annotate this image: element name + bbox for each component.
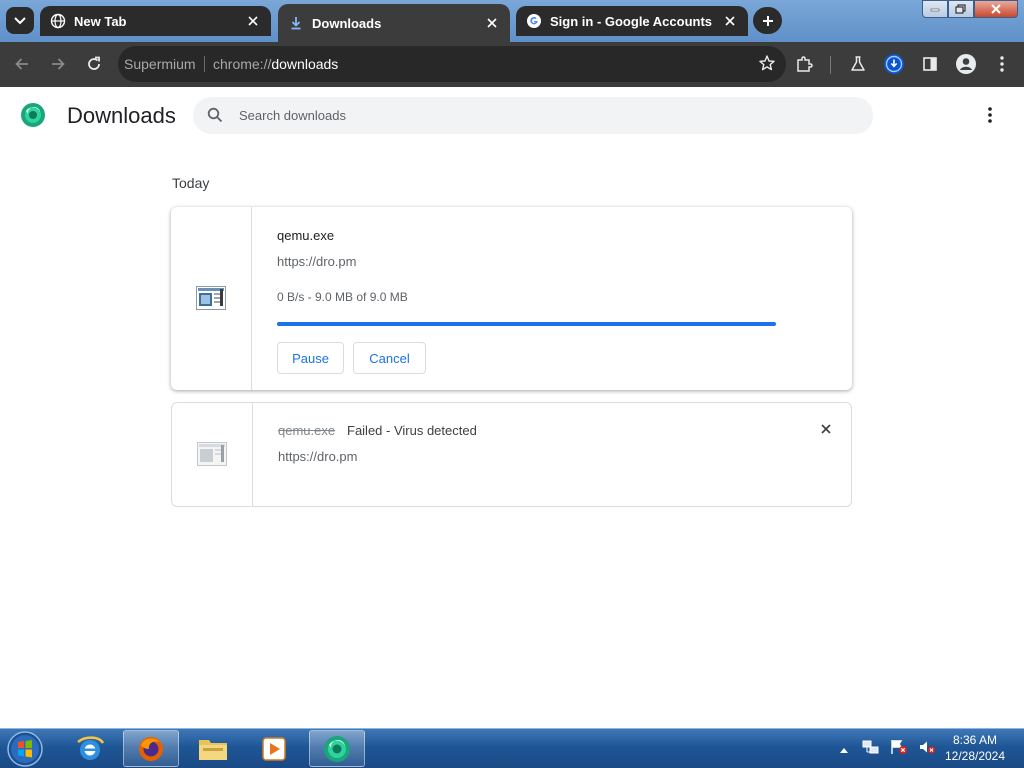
taskbar-supermium[interactable] — [309, 730, 365, 767]
minimize-button[interactable] — [922, 0, 948, 18]
page-more-actions-button[interactable] — [980, 105, 1000, 125]
clock-time: 8:36 AM — [952, 733, 998, 747]
address-bar[interactable]: Supermium chrome://downloads — [118, 46, 786, 82]
search-box[interactable] — [193, 97, 873, 134]
extensions-button[interactable] — [792, 52, 816, 76]
search-icon — [207, 107, 223, 123]
download-icon-column — [171, 207, 252, 390]
labs-flask-icon — [851, 56, 865, 71]
forward-button[interactable] — [46, 52, 70, 76]
action-center-button[interactable] — [890, 739, 908, 760]
download-item-failed: qemu.exe Failed - Virus detected https:/… — [171, 402, 852, 507]
tab-strip: New Tab Downloads Sign in - Google Accou… — [0, 0, 1024, 42]
date-section-label: Today — [172, 175, 210, 191]
file-explorer-icon — [199, 739, 227, 760]
download-item: qemu.exe https://dro.pm 0 B/s - 9.0 MB o… — [171, 207, 852, 390]
new-tab-button[interactable] — [753, 7, 782, 34]
globe-icon — [50, 13, 66, 29]
close-icon[interactable] — [484, 15, 500, 31]
tab-new-tab[interactable]: New Tab — [40, 6, 271, 36]
source-url-link[interactable]: https://dro.pm — [278, 449, 357, 464]
supermium-logo-icon — [21, 103, 45, 127]
downloads-indicator-button[interactable] — [882, 52, 906, 76]
taskbar-internet-explorer[interactable] — [62, 730, 118, 767]
media-player-icon — [262, 736, 286, 761]
supermium-icon — [324, 735, 350, 762]
close-window-button[interactable] — [974, 0, 1018, 18]
progress-status-text: 0 B/s - 9.0 MB of 9.0 MB — [277, 290, 408, 304]
search-input[interactable] — [239, 97, 839, 134]
chevron-down-icon — [14, 16, 26, 24]
pause-button[interactable]: Pause — [277, 342, 344, 374]
page-title: Downloads — [67, 103, 176, 128]
back-icon — [15, 58, 28, 70]
tab-title: New Tab — [74, 13, 127, 29]
forward-icon — [52, 58, 65, 70]
labs-button[interactable] — [846, 52, 870, 76]
volume-muted-icon — [920, 741, 935, 753]
exe-file-icon-disabled — [197, 442, 227, 466]
toolbar-divider — [830, 56, 831, 74]
exe-file-icon — [196, 286, 226, 310]
file-name-link[interactable]: qemu.exe — [277, 228, 334, 243]
taskbar-media-player[interactable] — [246, 730, 302, 767]
network-icon — [862, 740, 879, 753]
tab-title: Downloads — [312, 15, 382, 31]
download-icon — [291, 17, 301, 30]
plus-icon — [762, 15, 773, 26]
profile-icon — [956, 54, 976, 74]
restore-icon — [955, 4, 966, 14]
tab-downloads[interactable]: Downloads — [278, 4, 510, 42]
reload-button[interactable] — [82, 52, 106, 76]
source-url-link[interactable]: https://dro.pm — [277, 254, 356, 269]
clock-date: 12/28/2024 — [944, 749, 1006, 763]
remove-from-list-button[interactable] — [818, 421, 834, 437]
system-tray — [840, 729, 936, 768]
window-controls — [922, 0, 1018, 18]
taskbar-clock[interactable]: 8:36 AM 12/28/2024 — [935, 732, 1015, 764]
action-center-flag-icon — [891, 739, 907, 754]
menu-icon — [1000, 56, 1004, 72]
downloads-indicator-icon — [884, 54, 904, 74]
firefox-icon — [139, 736, 163, 761]
back-button[interactable] — [10, 52, 34, 76]
side-panel-button[interactable] — [918, 52, 942, 76]
browser-toolbar: Supermium chrome://downloads — [0, 42, 1024, 87]
internet-explorer-icon — [77, 735, 105, 760]
origin-chip: Supermium — [124, 56, 196, 72]
file-name-text: qemu.exe — [278, 423, 336, 438]
more-vert-icon — [988, 107, 992, 123]
close-icon[interactable] — [722, 13, 738, 29]
minimize-icon — [930, 8, 940, 12]
close-icon — [991, 4, 1001, 14]
progress-bar-fill — [277, 322, 776, 326]
omnibox-separator — [204, 56, 205, 72]
extensions-icon — [797, 56, 813, 72]
download-progress-bar — [277, 322, 776, 326]
bookmark-star-icon[interactable] — [758, 54, 776, 77]
profile-button[interactable] — [954, 52, 978, 76]
google-g-icon — [527, 14, 541, 28]
restore-button[interactable] — [948, 0, 974, 18]
failure-status-text: Failed - Virus detected — [347, 423, 477, 438]
close-icon[interactable] — [245, 13, 261, 29]
taskbar-firefox[interactable] — [123, 730, 179, 767]
cancel-button[interactable]: Cancel — [353, 342, 426, 374]
taskbar-file-explorer[interactable] — [185, 730, 241, 767]
show-hidden-icons-button[interactable] — [840, 740, 848, 758]
url-text: chrome://downloads — [213, 56, 339, 72]
close-icon — [821, 424, 831, 434]
network-status-button[interactable] — [862, 739, 880, 760]
volume-button[interactable] — [918, 739, 936, 760]
side-panel-icon — [923, 57, 937, 71]
tab-google-sign-in[interactable]: Sign in - Google Accounts — [516, 6, 748, 36]
tab-search-button[interactable] — [6, 7, 34, 34]
download-icon-column — [172, 403, 253, 506]
tab-title: Sign in - Google Accounts — [550, 13, 713, 29]
show-hidden-icons-arrow — [840, 748, 848, 753]
reload-icon — [88, 56, 100, 70]
windows-taskbar: 8:36 AM 12/28/2024 — [0, 728, 1024, 768]
browser-menu-button[interactable] — [990, 52, 1014, 76]
start-button[interactable] — [5, 730, 45, 768]
